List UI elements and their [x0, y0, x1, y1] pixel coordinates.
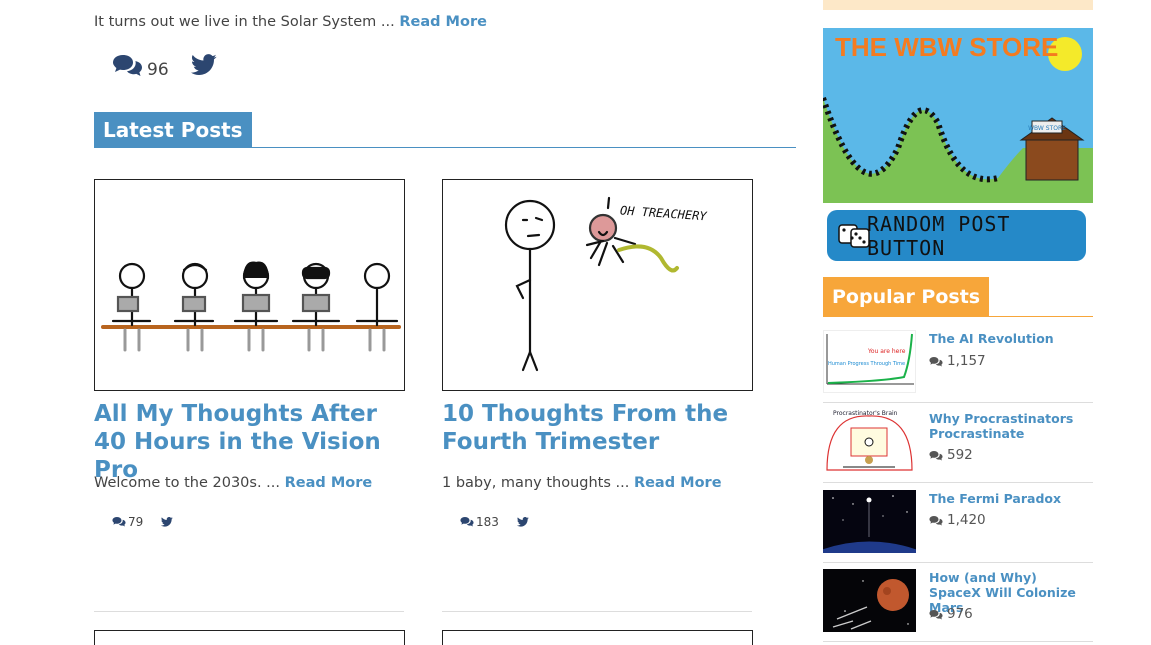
comment-bubbles-icon[interactable]	[460, 512, 474, 531]
twitter-bird-icon[interactable]	[516, 512, 529, 531]
store-title: THE WBW STORE	[835, 32, 1058, 62]
vision-pro-comic	[101, 261, 401, 352]
popular-item[interactable]: The Fermi Paradox 1,420	[823, 490, 1093, 563]
post-share-row: 183	[460, 512, 529, 531]
comment-bubbles-icon	[929, 356, 943, 366]
comic-caption: OH TREACHERY	[620, 203, 708, 223]
next-post-thumbnail[interactable]	[94, 630, 405, 645]
top-post-read-more-link[interactable]: Read More	[399, 14, 487, 30]
svg-text:Human Progress Through Time: Human Progress Through Time	[828, 361, 905, 367]
top-post-comment-count: 96	[147, 60, 169, 80]
comment-bubbles-icon[interactable]	[112, 512, 126, 531]
fourth-trimester-comic: OH TREACHERY	[504, 196, 708, 372]
popular-item-title[interactable]: The Fermi Paradox	[929, 491, 1089, 506]
comment-bubbles-icon	[929, 609, 943, 619]
popular-item-comments: 1,157	[929, 353, 986, 369]
popular-item[interactable]: How (and Why) SpaceX Will Colonize Mars …	[823, 569, 1093, 645]
post-thumbnail-vision-pro[interactable]	[94, 179, 405, 391]
popular-thumb-fermi	[823, 490, 916, 553]
post-comment-count: 79	[128, 514, 144, 529]
top-post-share-row: 96	[112, 53, 217, 81]
post-divider	[94, 611, 404, 612]
post-teaser-vision-pro: Welcome to the 2030s. ... Read More	[94, 475, 372, 491]
popular-item[interactable]: Procrastinator's Brain Why Procrastinato…	[823, 410, 1093, 483]
popular-thumb-ai: You are here Human Progress Through Time	[823, 330, 916, 393]
comment-count: 1,157	[947, 353, 986, 369]
wbw-store-banner[interactable]: WBW STORE THE WBW STORE	[823, 28, 1093, 203]
twitter-bird-icon[interactable]	[161, 512, 174, 531]
latest-posts-heading: Latest Posts	[94, 112, 252, 148]
popular-separator	[823, 562, 1093, 563]
top-post-teaser: It turns out we live in the Solar System…	[94, 14, 487, 30]
post-divider	[442, 611, 752, 612]
store-illustration: WBW STORE THE WBW STORE	[823, 32, 1093, 203]
post-thumbnail-fourth-trimester[interactable]: OH TREACHERY	[442, 179, 753, 391]
popular-item-title[interactable]: The AI Revolution	[929, 331, 1089, 346]
svg-text:You are here: You are here	[867, 348, 906, 355]
popular-separator	[823, 641, 1093, 642]
popular-item-comments: 592	[929, 447, 973, 463]
post-teaser-text: 1 baby, many thoughts ...	[442, 475, 630, 491]
popular-item-comments: 976	[929, 606, 973, 622]
dice-icon	[838, 224, 870, 248]
svg-text:Procrastinator's Brain: Procrastinator's Brain	[833, 410, 898, 417]
popular-separator	[823, 482, 1093, 483]
sidebar-top-banner[interactable]	[823, 0, 1093, 10]
comment-bubbles-icon	[929, 515, 943, 525]
post-teaser-fourth-trimester: 1 baby, many thoughts ... Read More	[442, 475, 722, 491]
post-title-vision-pro[interactable]: All My Thoughts After 40 Hours in the Vi…	[94, 400, 414, 484]
comment-bubbles-icon[interactable]	[112, 53, 143, 81]
post-comment-count: 183	[476, 514, 499, 529]
store-sign-text: WBW STORE	[1028, 125, 1066, 132]
popular-thumb-procrastination: Procrastinator's Brain	[823, 410, 916, 473]
post-teaser-text: Welcome to the 2030s. ...	[94, 475, 281, 491]
popular-item-title[interactable]: Why Procrastinators Procrastinate	[929, 411, 1089, 441]
post-title-fourth-trimester[interactable]: 10 Thoughts From the Fourth Trimester	[442, 400, 762, 456]
popular-posts-rule	[823, 316, 1093, 317]
comment-count: 592	[947, 447, 973, 463]
post-share-row: 79	[112, 512, 174, 531]
popular-item-comments: 1,420	[929, 512, 986, 528]
popular-posts-heading: Popular Posts	[823, 277, 990, 317]
comment-count: 1,420	[947, 512, 986, 528]
popular-thumb-spacex	[823, 569, 916, 632]
popular-item[interactable]: You are here Human Progress Through Time…	[823, 330, 1093, 403]
top-post-teaser-text: It turns out we live in the Solar System…	[94, 14, 395, 30]
latest-posts-rule	[94, 147, 796, 148]
popular-separator	[823, 402, 1093, 403]
comment-count: 976	[947, 606, 973, 622]
comment-bubbles-icon	[929, 450, 943, 460]
twitter-bird-icon[interactable]	[190, 54, 217, 80]
next-post-thumbnail[interactable]	[442, 630, 753, 645]
read-more-link[interactable]: Read More	[634, 475, 722, 491]
random-post-button[interactable]: RANDOM POST BUTTON	[827, 210, 1086, 261]
read-more-link[interactable]: Read More	[285, 475, 373, 491]
random-post-button-label: RANDOM POST BUTTON	[867, 211, 1011, 260]
